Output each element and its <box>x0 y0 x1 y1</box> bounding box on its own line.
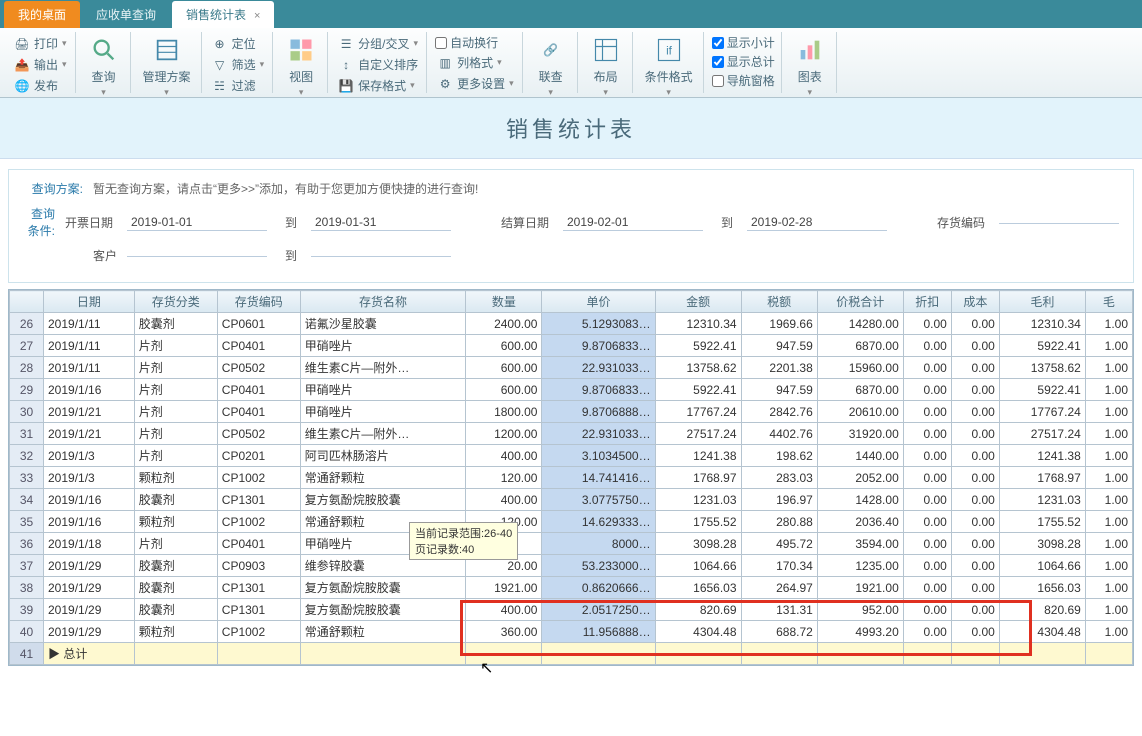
savefmt-button[interactable]: 💾保存格式 <box>336 76 417 95</box>
tab-desktop[interactable]: 我的桌面 <box>4 1 80 28</box>
total-check[interactable]: 显示总计 <box>712 53 775 70</box>
to-label-2: 到 <box>721 214 733 231</box>
settle-date-from[interactable]: 2019-02-01 <box>563 214 703 231</box>
export-icon: 📤 <box>14 57 30 73</box>
table-row[interactable]: 272019/1/11片剂CP0401甲硝唑片600.009.8706833…5… <box>10 335 1133 357</box>
table-row[interactable]: 292019/1/16片剂CP0401甲硝唑片600.009.8706833…5… <box>10 379 1133 401</box>
close-icon[interactable]: × <box>254 10 260 22</box>
autowrap-check[interactable]: 自动换行 <box>435 34 498 51</box>
filter2-button[interactable]: ☵过滤 <box>210 76 258 95</box>
table-row[interactable]: 262019/1/11胶囊剂CP0601诺氟沙星胶囊2400.005.12930… <box>10 313 1133 335</box>
cond-label: 查询条件: <box>23 205 55 239</box>
data-grid[interactable]: 日期存货分类存货编码存货名称 数量单价金额税额 价税合计折扣成本毛利毛 2620… <box>8 289 1134 666</box>
table-row[interactable]: 332019/1/3颗粒剂CP1002常通舒颗粒120.0014.741416…… <box>10 467 1133 489</box>
customer-label: 客户 <box>93 247 121 264</box>
layout-button[interactable]: 布局 <box>586 32 626 100</box>
search-button[interactable]: 查询 <box>84 32 124 100</box>
nav-check[interactable]: 导航窗格 <box>712 72 775 89</box>
page-title: 销售统计表 <box>0 98 1142 159</box>
chart-button[interactable]: 图表 <box>790 32 830 100</box>
filter-icon: ▽ <box>212 57 228 73</box>
to-label-1: 到 <box>285 214 297 231</box>
link-icon: 🔗 <box>535 34 567 66</box>
sort-icon: ↕ <box>338 57 354 73</box>
table-row[interactable]: 282019/1/11片剂CP0502维生素C片—附外…600.0022.931… <box>10 357 1133 379</box>
tab-sales-label: 销售统计表 <box>186 8 246 22</box>
condfmt-button[interactable]: if条件格式 <box>641 32 697 100</box>
export-button[interactable]: 📤输出 <box>12 55 69 74</box>
invcode-label: 存货编码 <box>937 214 993 231</box>
settle-date-to[interactable]: 2019-02-28 <box>747 214 887 231</box>
to-label-3: 到 <box>285 247 297 264</box>
table-row[interactable]: 372019/1/29胶囊剂CP0903维参锌胶囊20.0053.233000…… <box>10 555 1133 577</box>
query-panel: 查询方案: 暂无查询方案，请点击“更多>>”添加，有助于您更加方便快捷的进行查询… <box>8 169 1134 283</box>
table-row[interactable]: 362019/1/18片剂CP0401甲硝唑片8000…3098.28495.7… <box>10 533 1133 555</box>
scheme-text: 暂无查询方案，请点击“更多>>”添加，有助于您更加方便快捷的进行查询! <box>93 180 478 197</box>
layout-icon <box>590 34 622 66</box>
locate-button[interactable]: ⊕定位 <box>210 34 258 53</box>
search-icon <box>88 34 120 66</box>
scheme-label: 查询方案: <box>23 180 83 197</box>
invoice-date-label: 开票日期 <box>65 214 121 231</box>
column-icon: ▥ <box>437 55 453 71</box>
tab-receivable[interactable]: 应收单查询 <box>82 1 170 28</box>
view-icon <box>285 34 317 66</box>
sort-button[interactable]: ↕自定义排序 <box>336 55 420 74</box>
table-row[interactable]: 322019/1/3片剂CP0201阿司匹林肠溶片400.003.1034500… <box>10 445 1133 467</box>
table-row[interactable]: 392019/1/29胶囊剂CP1301复方氨酚烷胺胶囊400.002.0517… <box>10 599 1133 621</box>
svg-text:if: if <box>666 45 673 58</box>
scheme-icon <box>151 34 183 66</box>
group-icon: ☰ <box>338 36 354 52</box>
table-row[interactable]: 312019/1/21片剂CP0502维生素C片—附外…1200.0022.93… <box>10 423 1133 445</box>
save-icon: 💾 <box>338 78 354 94</box>
scheme-button[interactable]: 管理方案 <box>139 32 195 100</box>
header-row: 日期存货分类存货编码存货名称 数量单价金额税额 价税合计折扣成本毛利毛 <box>10 291 1133 313</box>
table-row[interactable]: 382019/1/29胶囊剂CP1301复方氨酚烷胺胶囊1921.000.862… <box>10 577 1133 599</box>
subtotal-check[interactable]: 显示小计 <box>712 34 775 51</box>
gear-icon: ⚙ <box>437 76 453 92</box>
ribbon: 🖨打印 📤输出 🌐发布 查询 管理方案 ⊕定位 ▽筛选 ☵过滤 视图 ☰分组/交… <box>0 28 1142 98</box>
view-button[interactable]: 视图 <box>281 32 321 100</box>
table-row[interactable]: 302019/1/21片剂CP0401甲硝唑片1800.009.8706888…… <box>10 401 1133 423</box>
customer-input[interactable] <box>127 254 267 257</box>
locate-icon: ⊕ <box>212 36 228 52</box>
publish-icon: 🌐 <box>14 78 30 94</box>
invoice-date-to[interactable]: 2019-01-31 <box>311 214 451 231</box>
table-row[interactable]: 342019/1/16胶囊剂CP1301复方氨酚烷胺胶囊400.003.0775… <box>10 489 1133 511</box>
colfmt-button[interactable]: ▥列格式 <box>435 53 504 72</box>
cursor-icon: ↖ <box>480 658 493 678</box>
filter2-icon: ☵ <box>212 78 228 94</box>
more-button[interactable]: ⚙更多设置 <box>435 74 516 93</box>
table-row[interactable]: 352019/1/16颗粒剂CP1002常通舒颗粒120.0014.629333… <box>10 511 1133 533</box>
printer-icon: 🖨 <box>14 36 30 52</box>
settle-date-label: 结算日期 <box>501 214 557 231</box>
filter-button[interactable]: ▽筛选 <box>210 55 267 74</box>
record-tooltip: 当前记录范围:26-40页记录数:40 <box>409 522 518 560</box>
condfmt-icon: if <box>653 34 685 66</box>
invcode-input[interactable] <box>999 221 1119 224</box>
link-button[interactable]: 🔗联查 <box>531 32 571 100</box>
print-button[interactable]: 🖨打印 <box>12 34 69 53</box>
tab-sales[interactable]: 销售统计表 × <box>172 1 274 28</box>
publish-button[interactable]: 🌐发布 <box>12 76 60 95</box>
customer-to-input[interactable] <box>311 254 451 257</box>
group-button[interactable]: ☰分组/交叉 <box>336 34 420 53</box>
total-row[interactable]: 41▶ 总计 <box>10 643 1133 665</box>
tab-bar: 我的桌面 应收单查询 销售统计表 × <box>0 0 1142 28</box>
invoice-date-from[interactable]: 2019-01-01 <box>127 214 267 231</box>
chart-icon <box>794 34 826 66</box>
table-row[interactable]: 402019/1/29颗粒剂CP1002常通舒颗粒360.0011.956888… <box>10 621 1133 643</box>
